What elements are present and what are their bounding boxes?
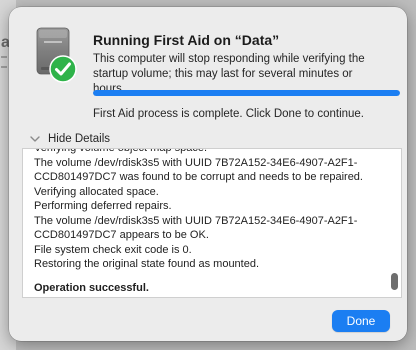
log-line: Restoring the original state found as mo… [34,258,260,270]
log-line: Performing deferred repairs. [34,200,172,212]
log-line: Verifying allocated space. [34,185,159,198]
log-text: Verifying volume object map space. The vo… [34,148,384,295]
hide-details-toggle[interactable]: Hide Details [26,131,110,147]
log-line: Verifying volume object map space. [34,148,208,154]
log-line: File system check exit code is 0. [34,243,192,256]
details-log[interactable]: Verifying volume object map space. The vo… [22,148,402,298]
first-aid-dialog: Running First Aid on “Data” This compute… [9,7,407,341]
log-line: Operation successful. [34,281,149,294]
progress-bar [93,90,400,96]
log-line: CCD801497DC7 appears to be OK. [34,229,209,241]
checkmark-badge-icon [49,55,77,83]
log-line: The volume /dev/rdisk3s5 with UUID 7B72A… [34,214,358,227]
log-line: CCD801497DC7 was found to be corrupt and… [34,171,363,183]
log-line: The volume /dev/rdisk3s5 with UUID 7B72A… [34,156,358,169]
dialog-title: Running First Aid on “Data” [93,32,280,48]
background-window-lines [1,56,9,96]
done-button[interactable]: Done [332,310,390,332]
hide-details-label: Hide Details [48,133,110,145]
progress-fill [93,90,400,96]
chevron-down-icon [26,131,44,147]
log-scrollbar[interactable] [391,273,398,290]
status-message: First Aid process is complete. Click Don… [93,108,365,120]
